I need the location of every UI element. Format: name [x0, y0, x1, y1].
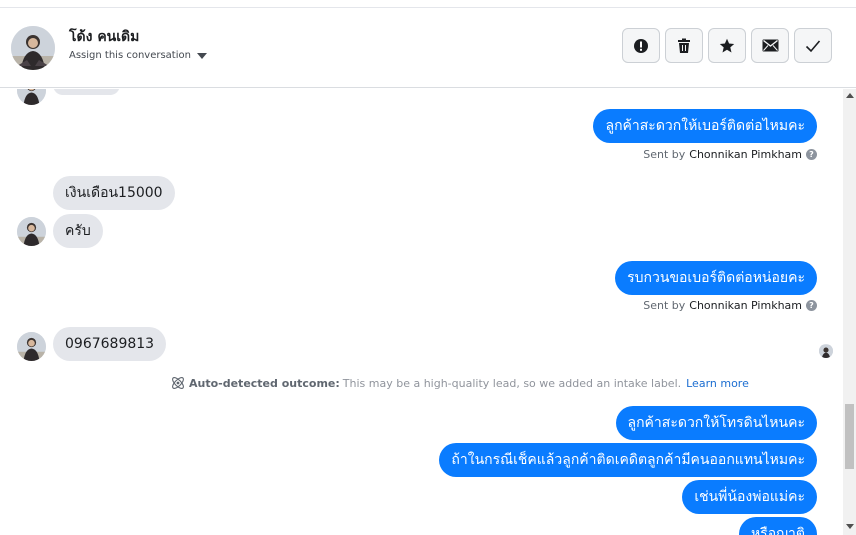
seen-indicator-avatar — [819, 344, 833, 358]
contact-avatar[interactable] — [11, 26, 55, 70]
contact-name: โด้ง คนเดิม — [69, 29, 140, 45]
spam-button[interactable] — [622, 28, 660, 63]
help-icon[interactable]: ? — [806, 300, 817, 311]
star-icon — [719, 38, 735, 52]
message-bubble-incoming — [53, 89, 120, 95]
chevron-down-icon — [196, 52, 207, 59]
check-icon — [805, 39, 821, 52]
trash-icon — [678, 38, 690, 53]
sent-by-prefix: Sent by — [643, 148, 686, 161]
contact-avatar-small — [17, 217, 46, 246]
avatar-photo — [17, 217, 46, 246]
message-bubble-incoming: เงินเดือน15000 — [53, 176, 175, 210]
learn-more-link[interactable]: Learn more — [686, 377, 749, 390]
scroll-up-arrow-icon[interactable] — [846, 93, 854, 98]
message-bubble-outgoing: ลูกค้าสะดวกให้เบอร์ติดต่อไหมคะ — [593, 109, 817, 143]
sent-by-label: Sent by Chonnikan Pimkham ? — [643, 299, 817, 312]
sender-name: Chonnikan Pimkham — [689, 148, 802, 161]
message-bubble-outgoing: รบกวนขอเบอร์ติดต่อหน่อยคะ — [615, 261, 817, 295]
contact-avatar-small — [17, 89, 46, 105]
top-strip — [0, 0, 856, 8]
avatar-photo — [11, 26, 55, 70]
message-bubble-outgoing: หรือญาติ — [738, 517, 817, 535]
auto-detected-outcome: Auto-detected outcome: This may be a hig… — [170, 375, 749, 391]
envelope-icon — [762, 39, 778, 52]
delete-button[interactable] — [665, 28, 703, 63]
avatar-photo — [17, 89, 46, 105]
contact-avatar-small — [17, 332, 46, 361]
scroll-down-arrow-icon[interactable] — [846, 524, 854, 529]
assign-label: Assign this conversation — [69, 50, 191, 61]
sent-by-prefix: Sent by — [643, 299, 686, 312]
outcome-text: This may be a high-quality lead, so we a… — [342, 376, 682, 390]
mark-done-button[interactable] — [794, 28, 832, 63]
alert-icon — [634, 38, 648, 53]
message-thread[interactable]: ลูกค้าสะดวกให้เบอร์ติดต่อไหมคะ Sent by C… — [0, 89, 843, 535]
message-bubble-incoming: ครับ — [53, 214, 103, 248]
mark-unread-button[interactable] — [751, 28, 789, 63]
thread-scrollbar[interactable] — [843, 89, 856, 535]
help-icon[interactable]: ? — [806, 149, 817, 160]
avatar-photo — [17, 332, 46, 361]
conversation-header: โด้ง คนเดิม Assign this conversation — [0, 8, 856, 88]
avatar-photo — [819, 345, 833, 358]
sent-by-label: Sent by Chonnikan Pimkham ? — [643, 148, 817, 161]
message-bubble-outgoing: ถ้าในกรณีเช็คแล้วลูกค้าติดเคดิตลูกค้ามีค… — [439, 443, 817, 477]
message-bubble-incoming: 0967689813 — [53, 327, 167, 361]
star-button[interactable] — [708, 28, 746, 63]
message-bubble-outgoing: ลูกค้าสะดวกให้โทรดินไหนคะ — [615, 406, 817, 440]
outcome-title: Auto-detected outcome: — [189, 376, 340, 390]
assign-conversation-dropdown[interactable]: Assign this conversation — [69, 50, 207, 61]
message-bubble-outgoing: เช่นพี่น้องพ่อแม่คะ — [682, 480, 817, 514]
atom-icon — [172, 377, 184, 389]
sender-name: Chonnikan Pimkham — [689, 299, 802, 312]
scrollbar-thumb[interactable] — [845, 404, 854, 469]
